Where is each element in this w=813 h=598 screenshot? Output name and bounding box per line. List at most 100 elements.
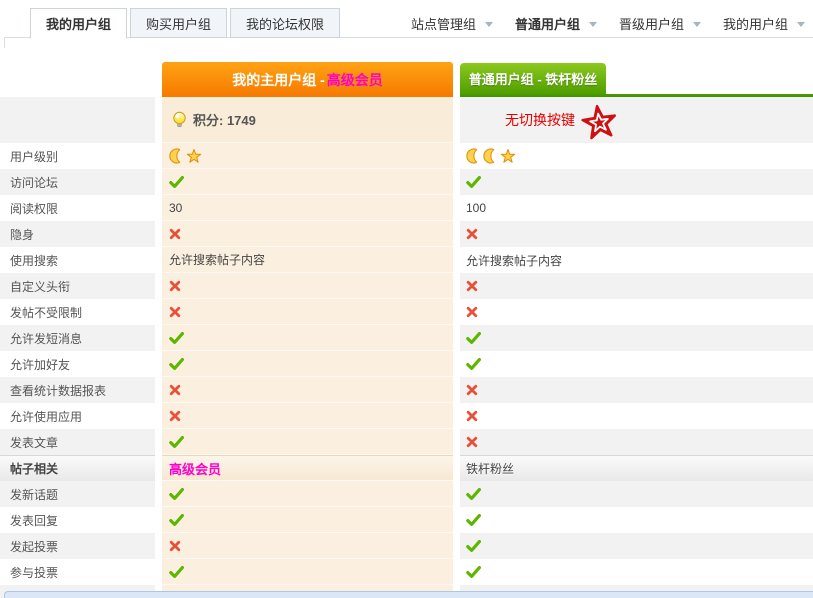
chevron-down-icon [693, 22, 701, 27]
left-value-cell: 允许搜索帖子内容 [162, 247, 453, 273]
left-value-cell [162, 325, 453, 351]
star-icon [500, 148, 516, 164]
moon-icon [466, 148, 482, 164]
check-icon [169, 357, 184, 371]
row-label: 使用搜索 [0, 247, 155, 273]
star-stamp-icon [579, 102, 620, 143]
check-icon [169, 565, 184, 579]
moon-icon [483, 148, 499, 164]
primary-group-name: 高级会员 [327, 70, 383, 90]
group-link-my-usergroup[interactable]: 我的用户组 [723, 14, 805, 33]
check-icon [466, 565, 481, 579]
row-label: 发帖不受限制 [0, 299, 155, 325]
table-row: 允许发短消息 [0, 325, 813, 351]
cross-icon [466, 436, 478, 448]
chevron-down-icon [485, 22, 493, 27]
annotation-text: 无切换按键 [505, 110, 575, 130]
table-row: 允许使用应用 [0, 403, 813, 429]
check-icon [169, 513, 184, 527]
right-value-cell [460, 377, 813, 403]
table-row: 阅读权限 30 100 [0, 195, 813, 221]
group-links: 站点管理组 普通用户组 晋级用户组 我的用户组 [389, 8, 805, 38]
tab-my-forum-permissions[interactable]: 我的论坛权限 [230, 8, 340, 38]
row-label: 发起投票 [0, 533, 155, 559]
row-label: 允许发短消息 [0, 325, 155, 351]
right-value-cell: 100 [460, 195, 813, 221]
row-label: 阅读权限 [0, 195, 155, 221]
check-icon [169, 487, 184, 501]
row-label: 查看统计数据报表 [0, 377, 155, 403]
check-icon [169, 175, 184, 189]
check-icon [466, 487, 481, 501]
right-value-cell [460, 429, 813, 455]
check-icon [169, 331, 184, 345]
level-icons [466, 148, 516, 164]
group-link-upgrade-usergroup[interactable]: 晋级用户组 [619, 14, 701, 33]
table-row: 允许加好友 [0, 351, 813, 377]
group-link-label: 普通用户组 [515, 14, 580, 33]
right-value-cell [460, 325, 813, 351]
level-icons [169, 148, 202, 164]
value-text: 100 [466, 201, 486, 215]
table-row: 参与投票 [0, 559, 813, 585]
row-label: 发表文章 [0, 429, 155, 455]
right-value-cell [460, 299, 813, 325]
left-value-cell [162, 221, 453, 247]
right-value-cell [460, 403, 813, 429]
right-value-cell: 铁杆粉丝 [460, 455, 813, 481]
row-label: 帖子相关 [0, 455, 155, 481]
cross-icon [169, 384, 181, 396]
check-icon [466, 331, 481, 345]
row-label: 参与投票 [0, 559, 155, 585]
group-link-label: 我的用户组 [723, 14, 788, 33]
row-label: 用户级别 [0, 143, 155, 169]
value-text: 允许搜索帖子内容 [466, 252, 562, 269]
left-value-cell [162, 507, 453, 533]
panel-corner-line [4, 37, 5, 48]
table-row: 发起投票 [0, 533, 813, 559]
right-value-cell [460, 143, 813, 169]
right-value-cell [460, 533, 813, 559]
right-value-cell [460, 351, 813, 377]
next-panel-top-edge [4, 591, 813, 598]
group-link-label: 站点管理组 [411, 14, 476, 33]
primary-group-column-header: 我的主用户组 - 高级会员 [162, 62, 453, 97]
left-value-cell: 高级会员 [162, 455, 453, 481]
left-value-cell [162, 351, 453, 377]
right-value-cell [460, 507, 813, 533]
row-label: 发表回复 [0, 507, 155, 533]
primary-group-title: 我的主用户组 - [232, 70, 325, 90]
cross-icon [466, 228, 478, 240]
table-row: 自定义头衔 [0, 273, 813, 299]
left-value-cell [162, 481, 453, 507]
bulb-icon [172, 111, 187, 129]
group-link-normal-usergroup[interactable]: 普通用户组 [515, 14, 597, 33]
right-value-cell: 允许搜索帖子内容 [460, 247, 813, 273]
left-value-cell: 积分: 1749 [162, 97, 453, 143]
compare-group-tab[interactable]: 普通用户组 - 铁杆粉丝 [460, 63, 606, 94]
table-row: 查看统计数据报表 [0, 377, 813, 403]
check-icon [466, 513, 481, 527]
row-label: 隐身 [0, 221, 155, 247]
row-label [0, 97, 155, 143]
group-link-site-admin[interactable]: 站点管理组 [411, 14, 493, 33]
tab-buy-usergroup[interactable]: 购买用户组 [130, 8, 227, 38]
table-row: 隐身 [0, 221, 813, 247]
star-icon [186, 148, 202, 164]
right-value-cell: 无切换按键 [460, 97, 813, 143]
left-value-cell [162, 169, 453, 195]
left-value-cell [162, 143, 453, 169]
table-row: 访问论坛 [0, 169, 813, 195]
cross-icon [169, 280, 181, 292]
chevron-down-icon [589, 22, 597, 27]
cross-icon [169, 540, 181, 552]
my-usergroup-page: 我的用户组 购买用户组 我的论坛权限 站点管理组 普通用户组 晋级用户组 我的用… [0, 0, 813, 598]
comparison-table: 积分: 1749 无切换按键 用户级别访问论坛阅读权限30100隐身使用搜索允许… [0, 97, 813, 598]
left-value-cell: 30 [162, 195, 453, 221]
table-row: 发帖不受限制 [0, 299, 813, 325]
row-label: 访问论坛 [0, 169, 155, 195]
group-link-label: 晋级用户组 [619, 14, 684, 33]
value-text: 30 [169, 201, 182, 215]
tab-my-usergroup[interactable]: 我的用户组 [30, 8, 127, 39]
permission-rows: 用户级别访问论坛阅读权限30100隐身使用搜索允许搜索帖子内容允许搜索帖子内容自… [0, 143, 813, 598]
